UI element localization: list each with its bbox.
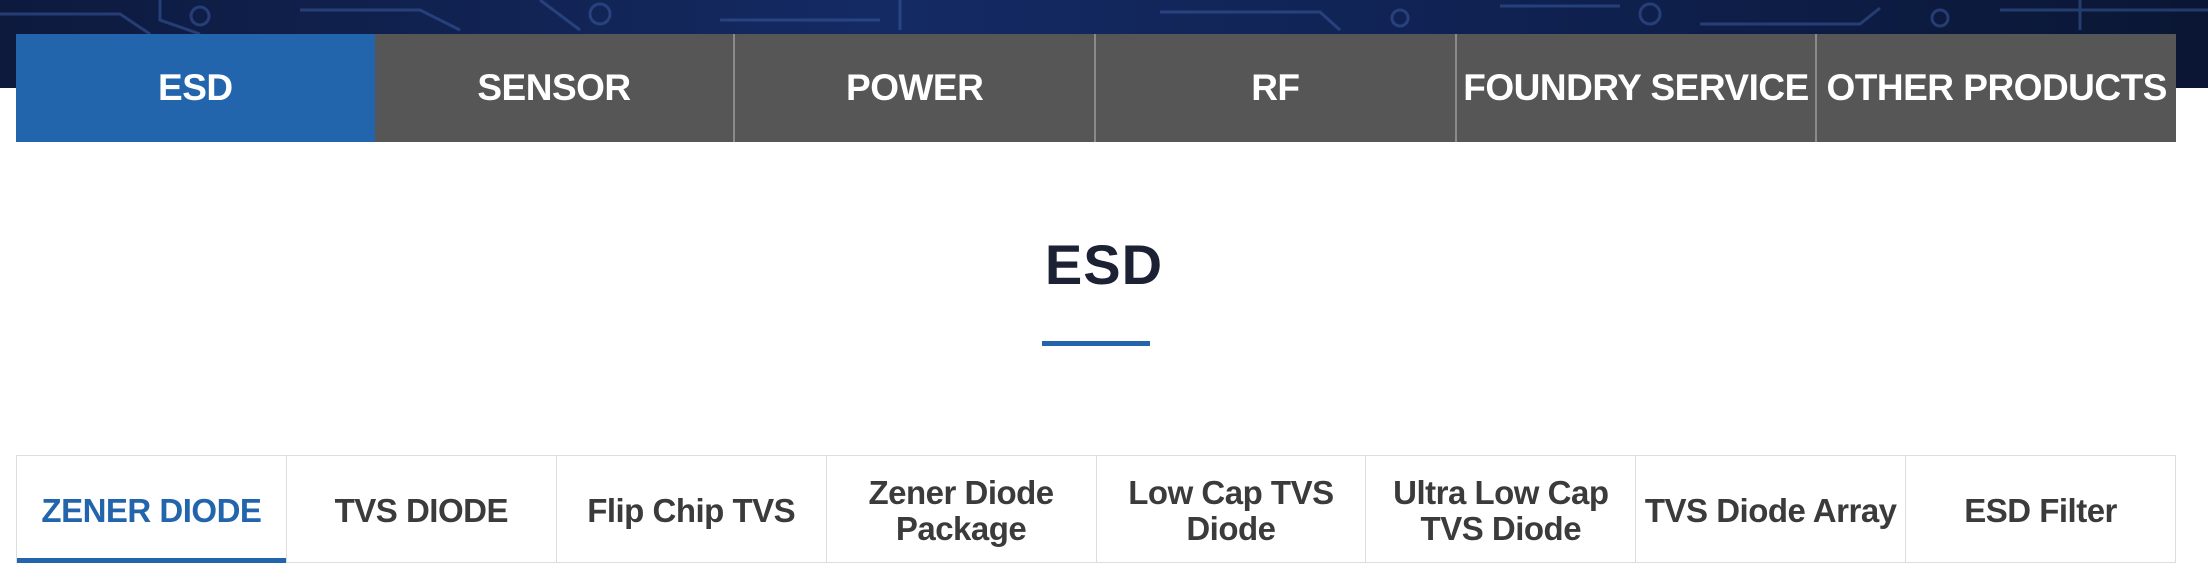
- page-title: ESD: [1044, 233, 1164, 296]
- main-tab-sensor[interactable]: SENSOR: [374, 34, 734, 142]
- sub-tab-tvs-diode[interactable]: TVS DIODE: [285, 456, 556, 562]
- main-tab-rf[interactable]: RF: [1094, 34, 1455, 142]
- sub-tab-tvs-diode-array[interactable]: TVS Diode Array: [1635, 456, 1905, 562]
- main-tab-other-products[interactable]: OTHER PRODUCTS: [1815, 34, 2177, 142]
- sub-tab-low-cap-tvs-diode[interactable]: Low Cap TVS Diode: [1095, 456, 1366, 562]
- main-tab-esd[interactable]: ESD: [16, 34, 375, 142]
- sub-tab-ultra-low-cap-tvs-diode[interactable]: Ultra Low Cap TVS Diode: [1365, 456, 1635, 562]
- sub-tab-esd-filter[interactable]: ESD Filter: [1905, 456, 2175, 562]
- sub-tab-flip-chip-tvs[interactable]: Flip Chip TVS: [555, 456, 826, 562]
- sub-tab-zener-diode-package[interactable]: Zener Diode Package: [825, 456, 1096, 562]
- main-tab-power[interactable]: POWER: [733, 34, 1095, 142]
- main-tab-foundry-service[interactable]: FOUNDRY SERVICE: [1454, 34, 1816, 142]
- product-subcategory-nav: ZENER DIODE TVS DIODE Flip Chip TVS Zene…: [16, 455, 2176, 563]
- sub-tab-zener-diode[interactable]: ZENER DIODE: [17, 456, 286, 563]
- title-underline: [1042, 341, 1150, 346]
- product-category-nav: ESD SENSOR POWER RF FOUNDRY SERVICE OTHE…: [16, 34, 2177, 142]
